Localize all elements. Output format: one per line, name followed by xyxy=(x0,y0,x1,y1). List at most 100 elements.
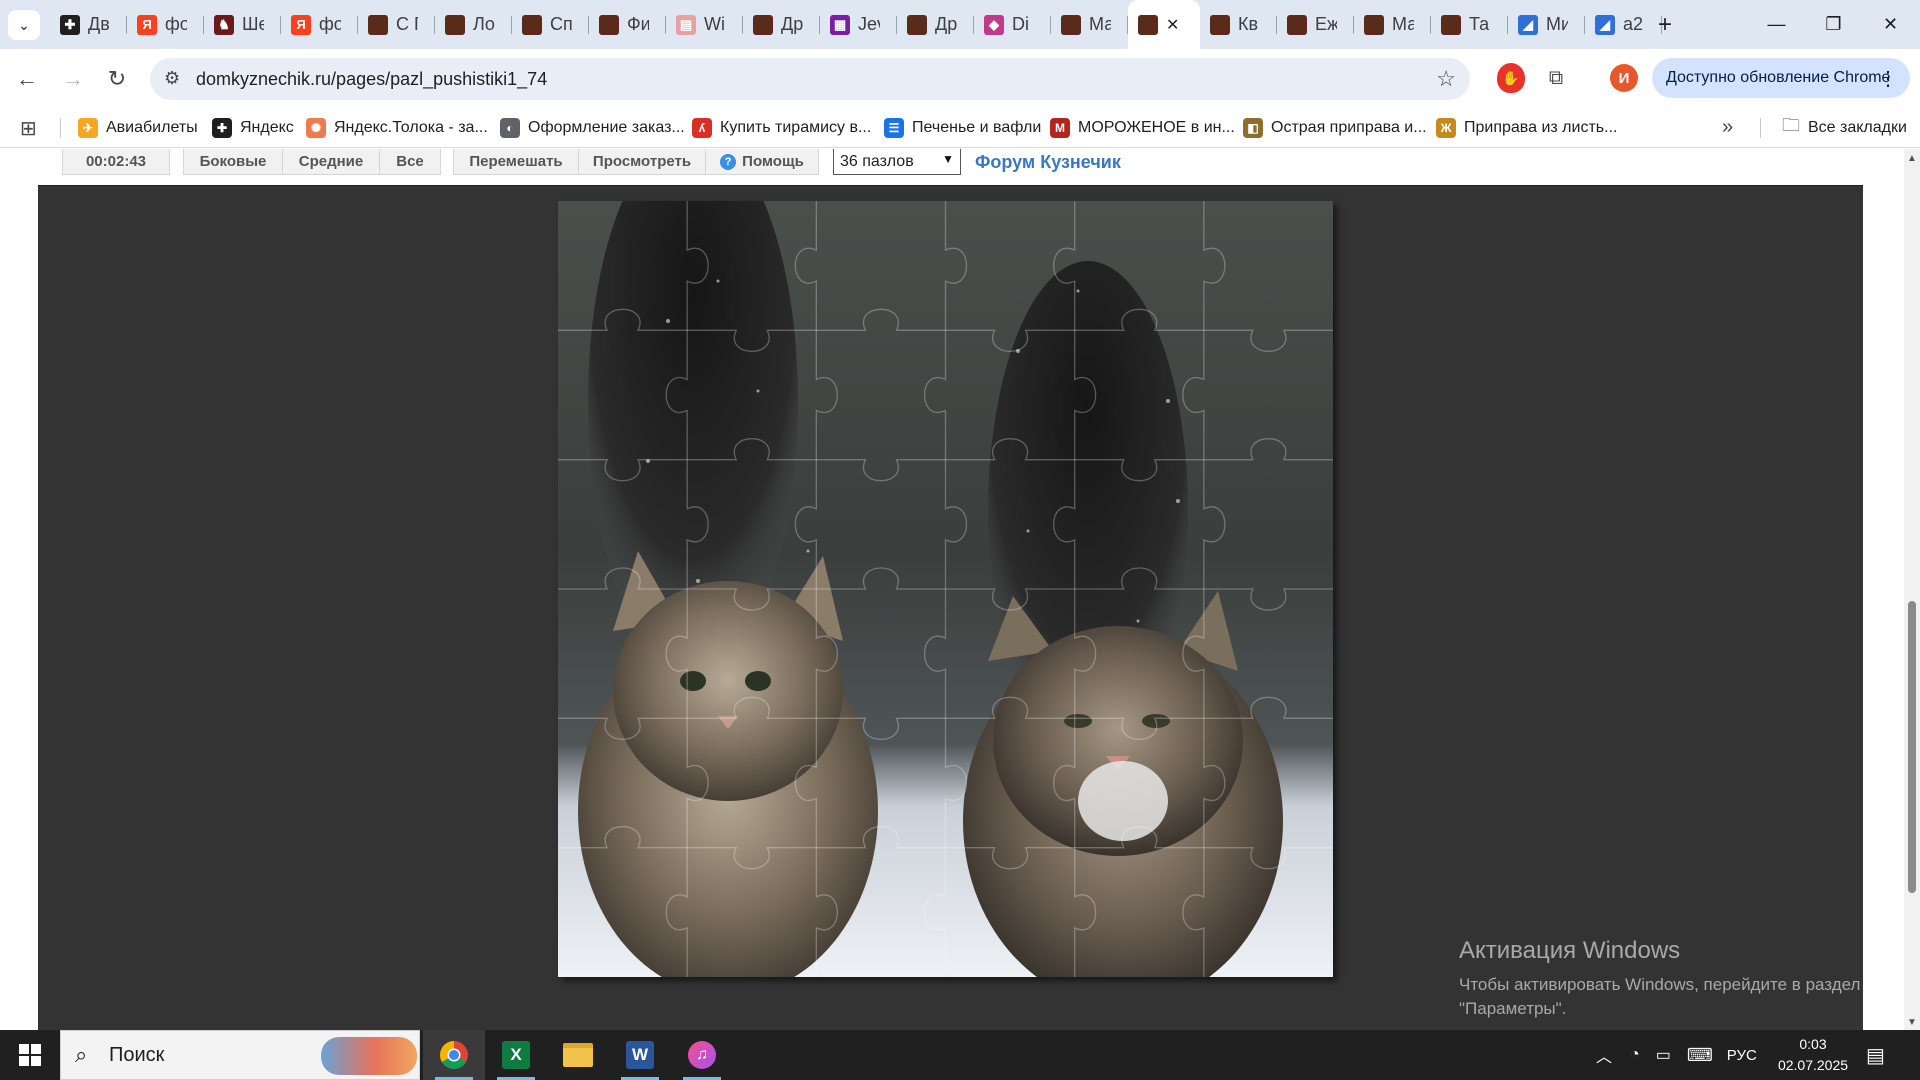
shuffle-button[interactable]: Перемешать xyxy=(453,149,579,175)
taskbar-chrome[interactable] xyxy=(423,1030,485,1080)
language-indicator[interactable]: РУС xyxy=(1727,1047,1757,1064)
browser-tab[interactable]: ✕ xyxy=(1128,0,1200,49)
all-bookmarks-button[interactable]: 🗀 Все закладки xyxy=(1782,108,1907,148)
start-button[interactable] xyxy=(0,1030,60,1080)
address-bar[interactable]: ⚙ domkyznechik.ru/pages/pazl_pushistiki1… xyxy=(150,58,1470,100)
tab-favicon-icon: ◆ xyxy=(984,14,1004,35)
search-placeholder: Поиск xyxy=(109,1044,165,1066)
browser-tab[interactable]: Фи xyxy=(589,0,666,49)
bookmark-item[interactable]: ◐ Оформление заказ... xyxy=(500,108,685,148)
chrome-update-button[interactable]: Доступно обновление Chrome ⋮ xyxy=(1652,58,1910,98)
taskbar-excel[interactable]: X xyxy=(485,1030,547,1080)
battery-icon[interactable]: ▭ xyxy=(1656,1045,1671,1065)
bookmark-item[interactable]: ◧ Острая приправа и... xyxy=(1243,108,1427,148)
puzzle-canvas[interactable] xyxy=(558,201,1333,977)
back-button[interactable]: ← xyxy=(12,64,42,94)
taskbar-itunes[interactable]: ♫ xyxy=(671,1030,733,1080)
taskbar-explorer[interactable] xyxy=(547,1030,609,1080)
site-info-icon[interactable]: ⚙ xyxy=(164,68,180,89)
puzzle-image[interactable] xyxy=(558,201,1333,977)
scroll-down-icon[interactable]: ▼ xyxy=(1907,1017,1917,1028)
bookmark-label: Печенье и вафли xyxy=(912,119,1042,136)
taskbar-clock[interactable]: 0:03 02.07.2025 xyxy=(1770,1034,1856,1076)
tab-favicon-icon: ◢ xyxy=(1518,14,1538,35)
preview-button[interactable]: Просмотреть xyxy=(578,149,706,175)
browser-tab[interactable]: Та xyxy=(1431,0,1508,49)
pieces-count-select[interactable]: 36 пазлов ▼ xyxy=(833,149,961,175)
tray-expand-icon[interactable]: ︿ xyxy=(1596,1043,1612,1067)
restore-button[interactable]: ❐ xyxy=(1805,0,1862,49)
tab-title: Та xyxy=(1469,14,1490,34)
bookmark-item[interactable]: Ж Приправа из листь... xyxy=(1436,108,1617,148)
page-scrollbar[interactable]: ▲ ▼ xyxy=(1904,149,1920,1030)
bookmark-star-icon[interactable]: ☆ xyxy=(1436,66,1456,92)
browser-tab[interactable]: Яфо xyxy=(281,0,358,49)
tab-favicon-icon: Я xyxy=(291,14,311,35)
clock-date: 02.07.2025 xyxy=(1777,1057,1849,1073)
tab-title: Еж xyxy=(1315,14,1337,34)
browser-tab[interactable]: ✚ Дв xyxy=(50,0,127,49)
adblock-extension-icon[interactable]: ✋ xyxy=(1497,63,1525,93)
browser-tab[interactable]: Кв xyxy=(1200,0,1277,49)
all-pieces-button[interactable]: Все xyxy=(379,149,441,175)
middle-pieces-button[interactable]: Средние xyxy=(282,149,380,175)
apps-grid-icon[interactable]: ⊞ xyxy=(20,116,37,141)
tab-close-icon[interactable]: ✕ xyxy=(1166,15,1179,35)
tab-favicon-icon xyxy=(1210,14,1230,35)
scrollbar-thumb[interactable] xyxy=(1908,601,1916,893)
bookmark-item[interactable]: ✚ Яндекс xyxy=(212,108,294,148)
bookmarks-bar: ⊞ ✈ Авиабилеты ✚ Яндекс ✺ Яндекс.Толока - за.… xyxy=(0,108,1920,148)
bookmark-item[interactable]: М МОРОЖЕНОЕ в ин... xyxy=(1050,108,1235,148)
menu-dots-icon[interactable]: ⋮ xyxy=(1878,66,1898,91)
close-window-button[interactable]: ✕ xyxy=(1862,0,1919,49)
chrome-icon xyxy=(440,1041,468,1069)
keyboard-icon[interactable]: ⌨ xyxy=(1687,1045,1713,1066)
browser-tab[interactable]: Др xyxy=(743,0,820,49)
bookmark-item[interactable]: ✈ Авиабилеты xyxy=(78,108,198,148)
bookmark-item[interactable]: ☰ Печенье и вафли xyxy=(884,108,1041,148)
browser-tab[interactable]: ♞ Ше xyxy=(204,0,281,49)
folder-icon xyxy=(563,1043,593,1067)
browser-tab[interactable]: ◢ Ми xyxy=(1508,0,1585,49)
left-cat-head xyxy=(613,581,843,801)
browser-tab[interactable]: Яфо xyxy=(127,0,204,49)
notifications-button[interactable]: ▤ xyxy=(1866,1030,1885,1080)
network-icon[interactable]: ◔ xyxy=(1630,1046,1640,1064)
browser-tab[interactable]: ▦ Jev xyxy=(820,0,897,49)
browser-tab[interactable]: Ма xyxy=(1051,0,1128,49)
bookmark-favicon-icon: М xyxy=(1050,118,1070,138)
more-bookmarks-icon[interactable]: » xyxy=(1722,116,1733,139)
new-tab-button[interactable]: + xyxy=(1650,10,1680,40)
scroll-up-icon[interactable]: ▲ xyxy=(1907,153,1917,164)
tab-favicon-icon: Я xyxy=(137,14,157,35)
tab-favicon-icon xyxy=(1138,14,1158,35)
tab-favicon-icon xyxy=(599,14,619,35)
tab-search-button[interactable]: ⌄ xyxy=(8,10,40,40)
minimize-button[interactable]: — xyxy=(1748,0,1805,49)
bookmark-favicon-icon: ☰ xyxy=(884,118,904,138)
extensions-icon[interactable]: ⧉ xyxy=(1540,63,1572,93)
browser-tab[interactable]: Ма xyxy=(1354,0,1431,49)
browser-tab[interactable]: Др xyxy=(897,0,974,49)
bookmark-item[interactable]: ✺ Яндекс.Толока - за... xyxy=(306,108,488,148)
reload-button[interactable]: ↻ xyxy=(102,64,132,94)
browser-tab[interactable]: Сп xyxy=(512,0,589,49)
browser-tab[interactable]: ▤ Wi xyxy=(666,0,743,49)
help-button[interactable]: ? Помощь xyxy=(705,149,819,175)
taskbar-word[interactable]: W xyxy=(609,1030,671,1080)
browser-tab[interactable]: ◆ Di xyxy=(974,0,1051,49)
bookmarks-divider xyxy=(60,118,61,138)
taskbar-search[interactable]: ⌕ Поиск xyxy=(60,1030,420,1080)
bookmark-item[interactable]: ʎ Купить тирамису в... xyxy=(692,108,871,148)
browser-tab[interactable]: Еж xyxy=(1277,0,1354,49)
forward-button[interactable]: → xyxy=(58,64,88,94)
url-text[interactable]: domkyznechik.ru/pages/pazl_pushistiki1_7… xyxy=(196,69,547,90)
music-icon: ♫ xyxy=(688,1041,716,1069)
forum-link[interactable]: Форум Кузнечик xyxy=(975,149,1121,175)
edge-pieces-button[interactable]: Боковые xyxy=(183,149,283,175)
profile-avatar[interactable]: И xyxy=(1610,64,1638,92)
tab-favicon-icon: ♞ xyxy=(214,14,234,35)
browser-tab[interactable]: Ло xyxy=(435,0,512,49)
browser-tab[interactable]: С Г xyxy=(358,0,435,49)
tab-favicon-icon: ◢ xyxy=(1595,14,1615,35)
